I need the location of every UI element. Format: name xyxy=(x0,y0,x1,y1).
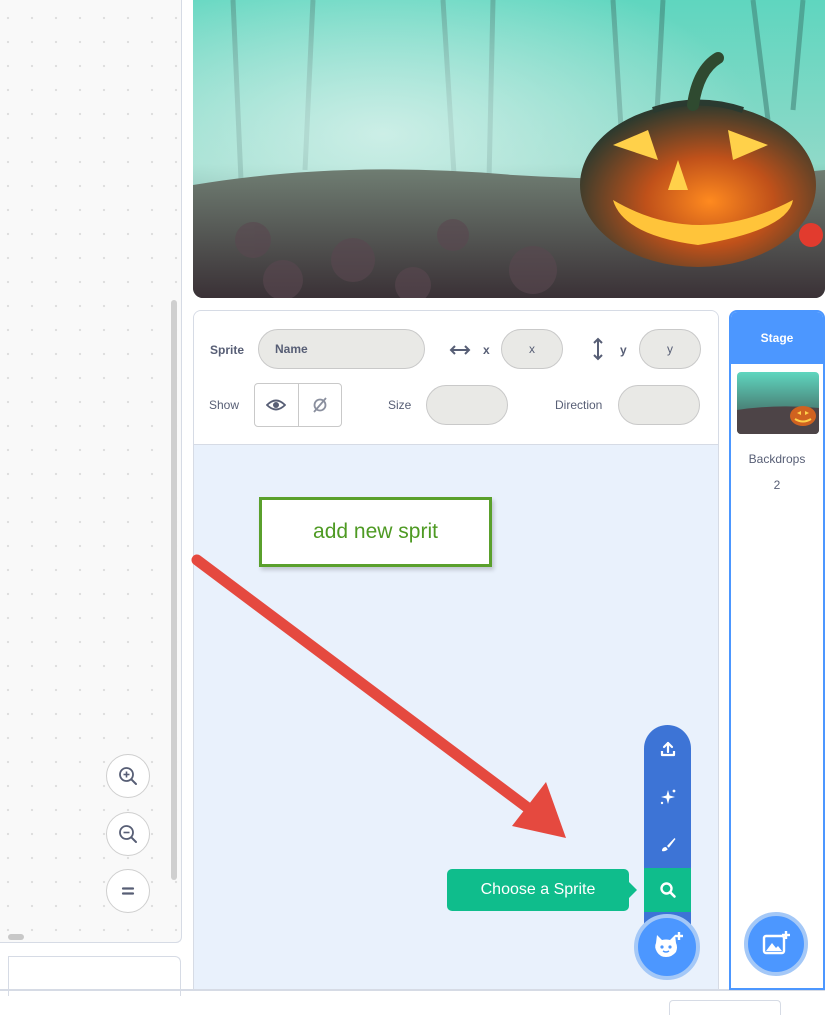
eye-icon xyxy=(266,399,287,411)
search-sprite-button[interactable] xyxy=(644,868,691,912)
visibility-toggle xyxy=(254,383,342,427)
x-position-input[interactable]: x xyxy=(501,329,563,369)
paint-sprite-button[interactable] xyxy=(644,823,691,867)
paint-icon xyxy=(661,838,675,852)
cat-plus-icon xyxy=(655,932,683,957)
sprite-add-menu xyxy=(644,725,691,925)
upload-sprite-button[interactable] xyxy=(644,727,691,771)
backdrops-count: 2 xyxy=(773,478,781,492)
image-plus-icon xyxy=(762,931,790,955)
workspace-horizontal-scrollbar[interactable] xyxy=(8,934,24,940)
hide-sprite-button[interactable] xyxy=(299,384,342,426)
surprise-icon xyxy=(660,789,675,805)
eye-slash-icon xyxy=(313,397,327,413)
horizontal-arrows-icon xyxy=(449,345,471,355)
annotation-text: add new sprit xyxy=(313,520,438,543)
annotation-callout: add new sprit xyxy=(259,497,492,567)
stage-header: Stage xyxy=(731,312,823,364)
search-icon xyxy=(659,882,676,898)
surprise-sprite-button[interactable] xyxy=(644,775,691,819)
x-placeholder: x xyxy=(529,342,535,356)
show-label: Show xyxy=(209,398,240,412)
sprite-name-input[interactable]: Name xyxy=(258,329,425,369)
size-input[interactable] xyxy=(426,385,508,425)
backdrop-thumbnail[interactable] xyxy=(737,372,819,434)
y-placeholder: y xyxy=(667,342,673,356)
y-position-input[interactable]: y xyxy=(639,329,701,369)
stage-header-label: Stage xyxy=(760,331,794,345)
backdrops-label: Backdrops xyxy=(748,452,806,466)
zoom-reset-button[interactable] xyxy=(106,869,150,913)
sprite-label: Sprite xyxy=(210,343,245,357)
direction-label: Direction xyxy=(555,398,603,412)
size-label: Size xyxy=(388,398,412,412)
zoom-in-icon xyxy=(119,767,137,785)
workspace-vertical-scrollbar[interactable] xyxy=(171,300,177,880)
bottom-control xyxy=(669,1000,781,1015)
stage-canvas[interactable] xyxy=(193,0,825,298)
sprite-name-placeholder: Name xyxy=(275,342,308,356)
x-label: x xyxy=(483,343,490,357)
backdrop-thumbnail-image xyxy=(737,372,819,434)
halloween-pumpkin-backdrop xyxy=(193,0,825,298)
upload-icon xyxy=(660,741,675,757)
choose-backdrop-button[interactable] xyxy=(744,912,808,976)
vertical-arrows-icon xyxy=(593,337,603,361)
stage-target-pane[interactable]: Stage Backdrops 2 xyxy=(729,310,825,990)
zoom-out-icon xyxy=(119,825,137,843)
show-sprite-button[interactable] xyxy=(255,384,299,426)
code-workspace[interactable] xyxy=(0,0,182,943)
choose-sprite-tooltip: Choose a Sprite xyxy=(447,869,637,911)
choose-sprite-button[interactable] xyxy=(634,914,700,980)
y-label: y xyxy=(620,343,627,357)
direction-input[interactable] xyxy=(618,385,700,425)
zoom-out-button[interactable] xyxy=(106,812,150,856)
sprite-info-panel: Sprite Name x x y y Show Size Direction xyxy=(194,311,718,445)
equals-icon xyxy=(121,887,135,895)
zoom-in-button[interactable] xyxy=(106,754,150,798)
tooltip-text: Choose a Sprite xyxy=(480,881,596,898)
